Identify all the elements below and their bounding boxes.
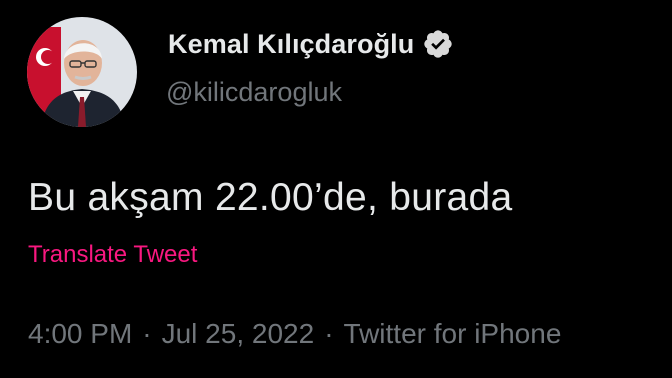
translate-tweet-link[interactable]: Translate Tweet <box>28 241 197 269</box>
tweet-date[interactable]: Jul 25, 2022 <box>162 318 315 349</box>
tweet-time[interactable]: 4:00 PM <box>28 318 132 349</box>
author-handle[interactable]: @kilicdarogluk <box>166 77 342 108</box>
author-name-row[interactable]: Kemal Kılıçdaroğlu <box>168 28 454 60</box>
meta-separator: · <box>142 318 152 349</box>
meta-separator: · <box>324 318 334 349</box>
tweet-text: Bu akşam 22.00’de, burada <box>28 176 513 219</box>
tweet-source: Twitter for iPhone <box>343 318 562 349</box>
verified-badge-icon <box>424 30 453 58</box>
tweet-detail: Kemal Kılıçdaroğlu @kilicdarogluk Bu akş… <box>0 0 672 378</box>
tweet-metadata: 4:00 PM · Jul 25, 2022 · Twitter for iPhone <box>28 318 561 350</box>
profile-photo <box>27 17 137 127</box>
author-avatar[interactable] <box>27 17 137 127</box>
author-display-name[interactable]: Kemal Kılıçdaroğlu <box>168 29 414 60</box>
